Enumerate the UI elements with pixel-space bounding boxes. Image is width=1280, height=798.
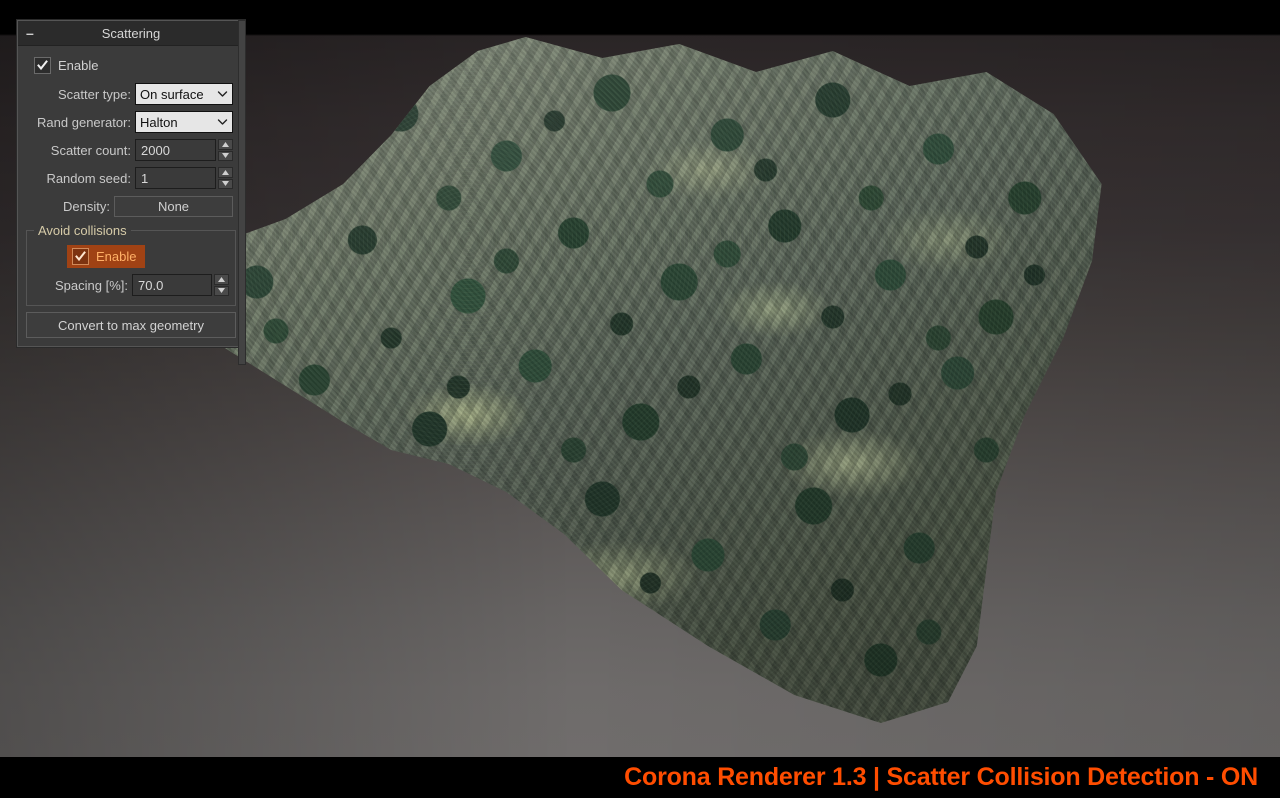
avoid-collisions-enable-row[interactable]: Enable: [33, 245, 229, 268]
enable-checkbox[interactable]: [34, 56, 51, 74]
spinner-up-button[interactable]: [218, 139, 233, 150]
avoid-collisions-enable-toggle[interactable]: Enable: [67, 245, 146, 268]
chevron-down-icon: [217, 91, 228, 97]
scatter-count-row: Scatter count: 2000: [24, 138, 238, 162]
random-seed-spinner[interactable]: 1: [135, 167, 233, 189]
panel-scrollbar[interactable]: [238, 20, 246, 365]
avoid-collisions-enable-label: Enable: [96, 249, 137, 264]
density-label: Density:: [63, 198, 110, 214]
scatter-count-spin-buttons[interactable]: [218, 139, 233, 161]
triangle-down-icon: [222, 153, 229, 159]
spacing-input[interactable]: 70.0: [132, 274, 212, 296]
rand-generator-dropdown[interactable]: Halton: [135, 111, 233, 133]
triangle-down-icon: [222, 181, 229, 187]
enable-label: Enable: [58, 57, 99, 73]
spinner-down-button[interactable]: [214, 285, 229, 296]
rand-generator-row: Rand generator: Halton: [24, 110, 238, 134]
rollout-header[interactable]: – Scattering: [18, 21, 244, 46]
spacing-row: Spacing [%]: 70.0: [33, 273, 229, 297]
spacing-spin-buttons[interactable]: [214, 274, 229, 296]
avoid-collisions-title: Avoid collisions: [34, 223, 131, 238]
convert-to-max-geometry-button[interactable]: Convert to max geometry: [26, 312, 236, 338]
scatter-type-label: Scatter type:: [58, 86, 131, 102]
application-window: – Scattering Enable Scatter type: On sur…: [0, 0, 1280, 798]
scattering-command-panel: – Scattering Enable Scatter type: On sur…: [17, 20, 245, 347]
random-seed-input[interactable]: 1: [135, 167, 216, 189]
collapse-icon[interactable]: –: [26, 21, 34, 45]
scatter-count-spinner[interactable]: 2000: [135, 139, 233, 161]
scatter-type-dropdown[interactable]: On surface: [135, 83, 233, 105]
chevron-down-icon: [217, 119, 228, 125]
spacing-spinner[interactable]: 70.0: [132, 274, 229, 296]
spacing-label: Spacing [%]:: [55, 277, 129, 293]
scatter-type-value: On surface: [140, 86, 204, 102]
spinner-up-button[interactable]: [214, 274, 229, 285]
checkmark-icon: [37, 59, 48, 70]
panel-body: Enable Scatter type: On surface Rand gen…: [18, 46, 244, 346]
triangle-up-icon: [222, 169, 229, 175]
scatter-count-label: Scatter count:: [50, 142, 131, 158]
caption-bar: Corona Renderer 1.3 | Scatter Collision …: [0, 757, 1280, 798]
caption-text: Corona Renderer 1.3 | Scatter Collision …: [624, 763, 1258, 791]
avoid-collisions-group: Avoid collisions Enable Spacing [%]: 70.…: [26, 223, 236, 306]
rand-generator-label: Rand generator:: [37, 114, 131, 130]
density-row: Density: None: [24, 194, 238, 218]
spinner-up-button[interactable]: [218, 167, 233, 178]
random-seed-row: Random seed: 1: [24, 166, 238, 190]
density-map-button[interactable]: None: [114, 195, 233, 217]
scatter-count-input[interactable]: 2000: [135, 139, 216, 161]
spinner-down-button[interactable]: [218, 178, 233, 189]
avoid-collisions-checkbox[interactable]: [72, 248, 89, 265]
scatter-type-row: Scatter type: On surface: [24, 82, 238, 106]
rollout-title-label: Scattering: [101, 25, 161, 41]
random-seed-spin-buttons[interactable]: [218, 167, 233, 189]
rand-generator-value: Halton: [140, 114, 178, 130]
checkmark-icon: [75, 251, 86, 262]
random-seed-label: Random seed:: [46, 170, 131, 186]
triangle-up-icon: [218, 276, 225, 282]
triangle-up-icon: [222, 141, 229, 147]
spinner-down-button[interactable]: [218, 150, 233, 161]
triangle-down-icon: [218, 288, 225, 294]
enable-checkbox-row[interactable]: Enable: [34, 54, 238, 76]
